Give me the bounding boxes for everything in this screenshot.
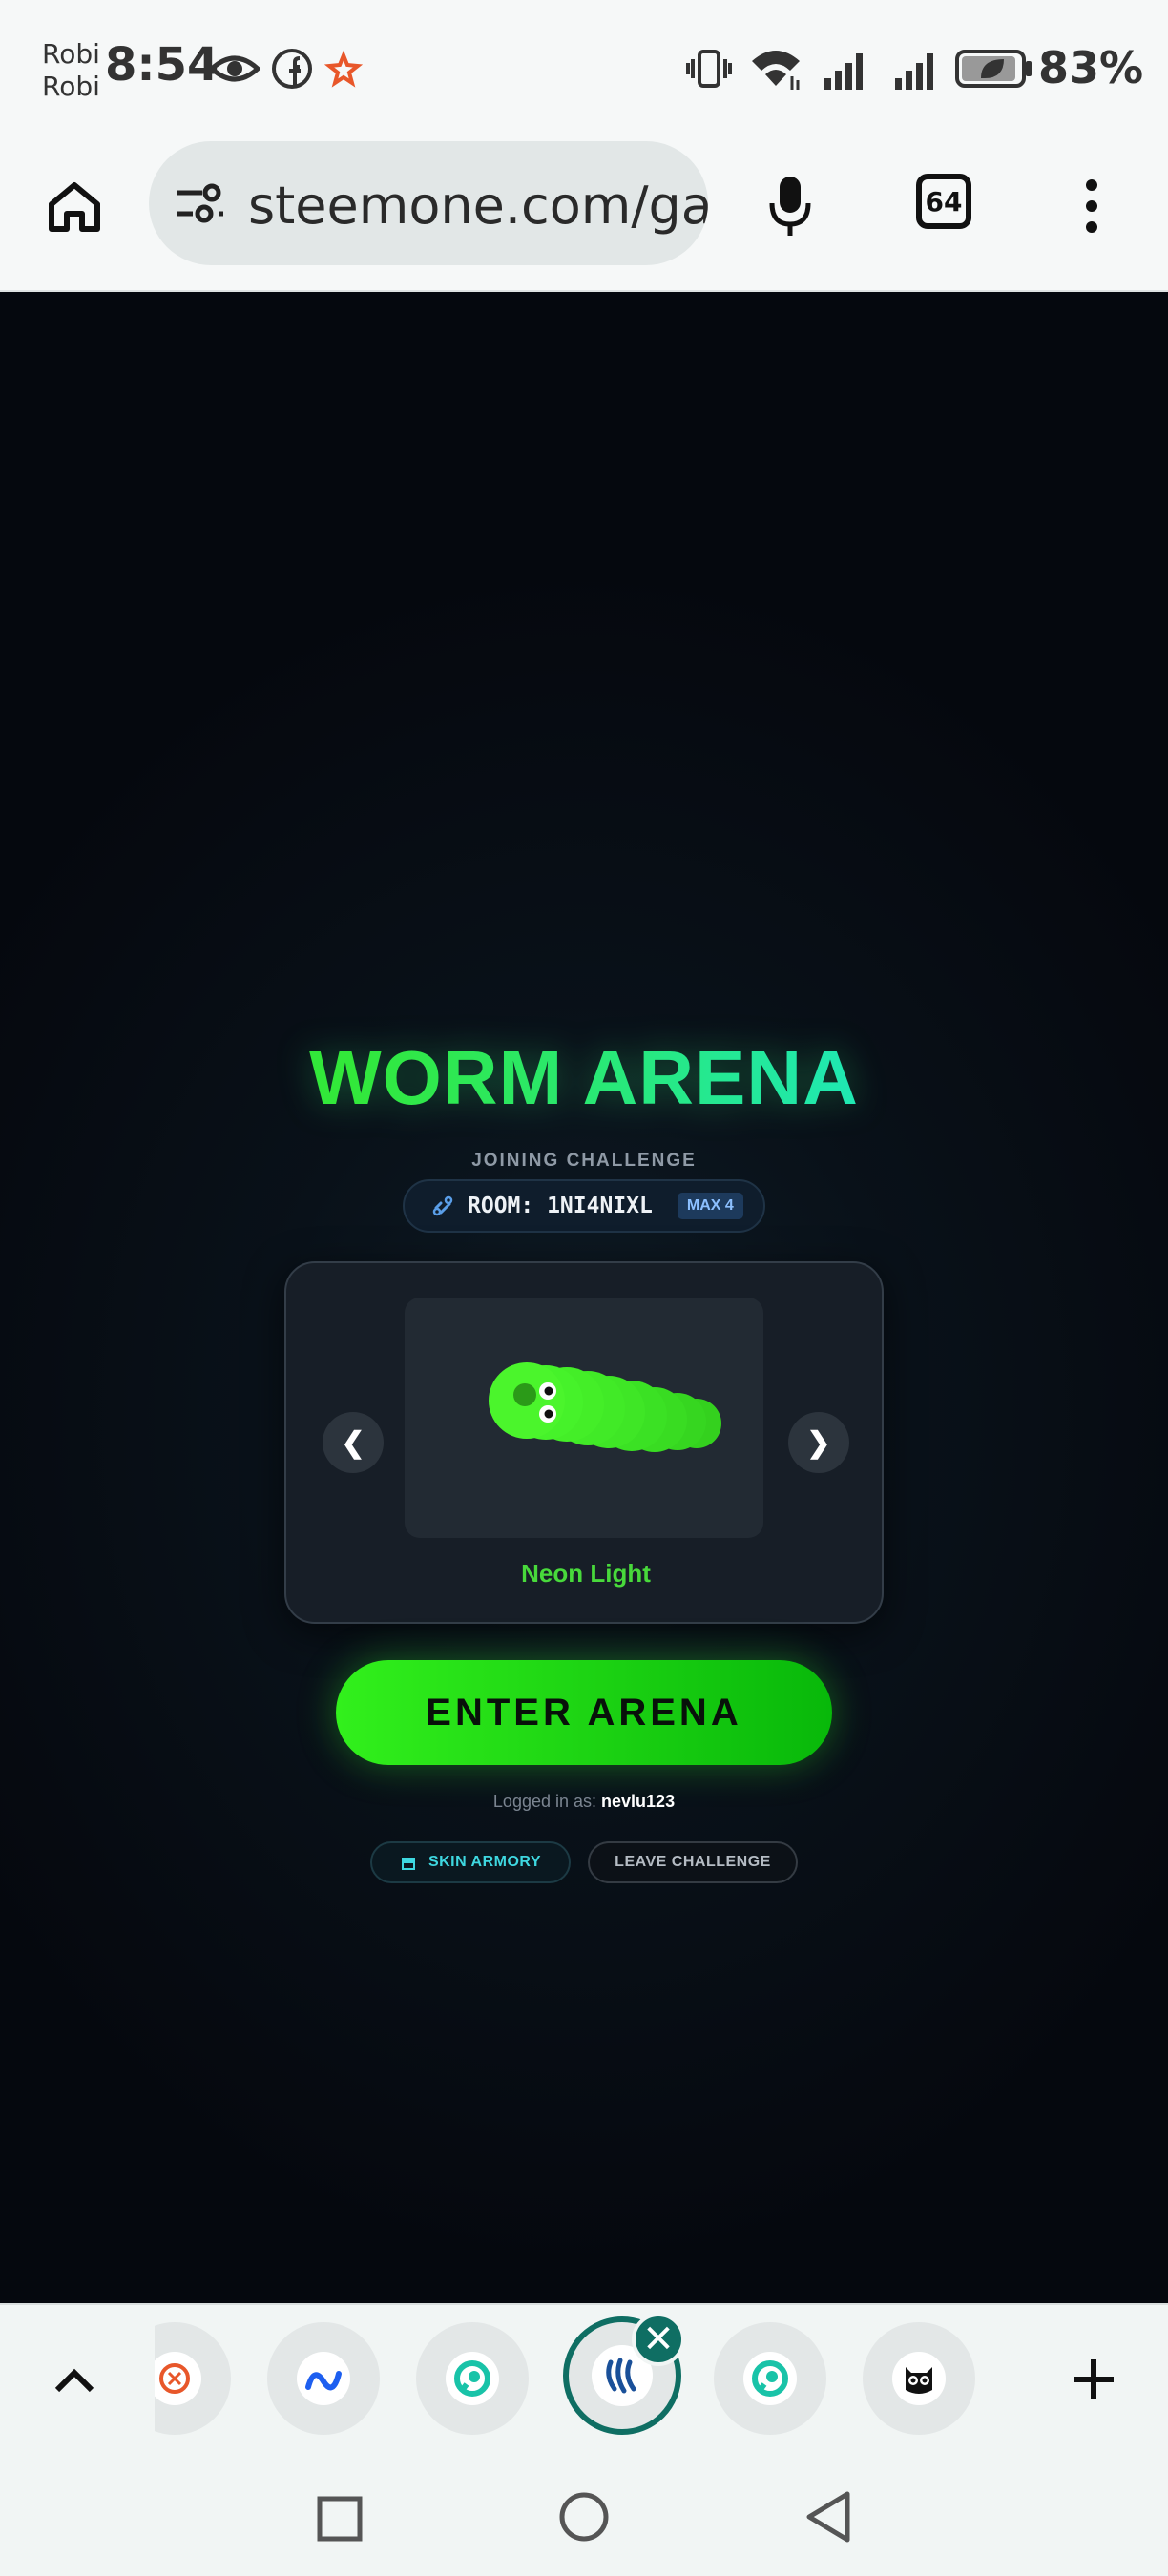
- close-tab-button[interactable]: ✕: [632, 2313, 685, 2366]
- skin-preview: [405, 1298, 763, 1538]
- worm-skin-image: [489, 1362, 721, 1452]
- signal-icon-2: [895, 53, 933, 90]
- star-icon: [324, 50, 363, 88]
- address-bar[interactable]: steemone.com/game: [149, 141, 708, 265]
- new-tab-button[interactable]: [1061, 2343, 1126, 2416]
- owl-icon: [892, 2352, 946, 2405]
- tab-item-2[interactable]: [267, 2322, 380, 2435]
- browser-toolbar: steemone.com/game 64: [0, 134, 1168, 292]
- leave-challenge-button[interactable]: LEAVE CHALLENGE: [588, 1841, 798, 1883]
- joining-label: JOINING CHALLENGE: [471, 1151, 697, 1171]
- steem-chat-icon-2: [743, 2352, 797, 2405]
- signal-icon: [824, 53, 863, 90]
- home-button[interactable]: [36, 168, 113, 244]
- voice-search-button[interactable]: [750, 160, 830, 252]
- firefox-dev-icon: [155, 2352, 201, 2405]
- system-nav-bar: [0, 2452, 1168, 2576]
- tab-item-6[interactable]: [863, 2322, 975, 2435]
- carrier-labels: Robi Robi: [42, 38, 100, 103]
- link-icon: [432, 1195, 453, 1216]
- game-lobby: WORM ARENA JOINING CHALLENGE ROOM: 1NI4N…: [0, 292, 1168, 2303]
- store-icon: [401, 1858, 415, 1870]
- tab-item-5[interactable]: [714, 2322, 826, 2435]
- back-triangle-icon: [806, 2491, 850, 2543]
- circle-icon: [559, 2492, 609, 2542]
- overflow-menu-button[interactable]: [1073, 168, 1111, 244]
- tab-strip: ✕: [0, 2303, 1168, 2452]
- room-pill: ROOM: 1NI4NIXL MAX 4: [403, 1179, 765, 1233]
- steem-chat-icon: [446, 2352, 499, 2405]
- microphone-icon: [769, 177, 811, 236]
- skin-name: Neon Light: [521, 1559, 651, 1588]
- skin-armory-label: SKIN ARMORY: [428, 1854, 542, 1870]
- menu-icon: [1086, 179, 1097, 233]
- wifi-icon: [752, 51, 800, 90]
- max-players-badge: MAX 4: [677, 1193, 743, 1219]
- enter-arena-button[interactable]: ENTER ARENA: [336, 1660, 832, 1765]
- tab-item-1[interactable]: [155, 2322, 231, 2435]
- url-text: steemone.com/game: [248, 176, 708, 236]
- logged-in-prefix: Logged in as:: [492, 1792, 597, 1811]
- tab-switcher-button[interactable]: 64: [916, 174, 971, 229]
- status-bar: Robi Robi 8:54 83%: [0, 0, 1168, 134]
- username: nevlu123: [601, 1792, 676, 1811]
- chevron-up-icon: [54, 2368, 94, 2393]
- clock: 8:54: [105, 38, 219, 92]
- carrier-1: Robi: [42, 38, 100, 70]
- vibrate-icon: [686, 50, 732, 88]
- room-code: ROOM: 1NI4NIXL: [468, 1194, 653, 1218]
- logged-in-status: Logged in as: nevlu123: [0, 1792, 1168, 1812]
- site-settings-icon[interactable]: [174, 179, 227, 227]
- tab-item-3[interactable]: [416, 2322, 529, 2435]
- battery-percent: 83%: [1038, 42, 1144, 93]
- back-button[interactable]: [796, 2484, 861, 2549]
- eye-icon: [210, 55, 260, 82]
- next-skin-button[interactable]: ❯: [788, 1412, 849, 1473]
- carrier-2: Robi: [42, 71, 100, 102]
- home-nav-button[interactable]: [552, 2484, 616, 2549]
- facebook-icon: [272, 49, 312, 89]
- home-icon: [49, 182, 100, 232]
- skin-armory-button[interactable]: SKIN ARMORY: [370, 1841, 571, 1883]
- expand-tabs-button[interactable]: [46, 2343, 103, 2416]
- recents-button[interactable]: [307, 2486, 372, 2551]
- skin-selector-card: ❮ ❯ Neon Light: [284, 1261, 884, 1624]
- square-icon: [317, 2496, 363, 2542]
- meta-icon: [297, 2352, 350, 2405]
- battery-saver-icon: [955, 50, 1032, 88]
- game-title: WORM ARENA: [0, 1034, 1168, 1122]
- plus-icon: [1074, 2359, 1114, 2399]
- previous-skin-button[interactable]: ❮: [323, 1412, 384, 1473]
